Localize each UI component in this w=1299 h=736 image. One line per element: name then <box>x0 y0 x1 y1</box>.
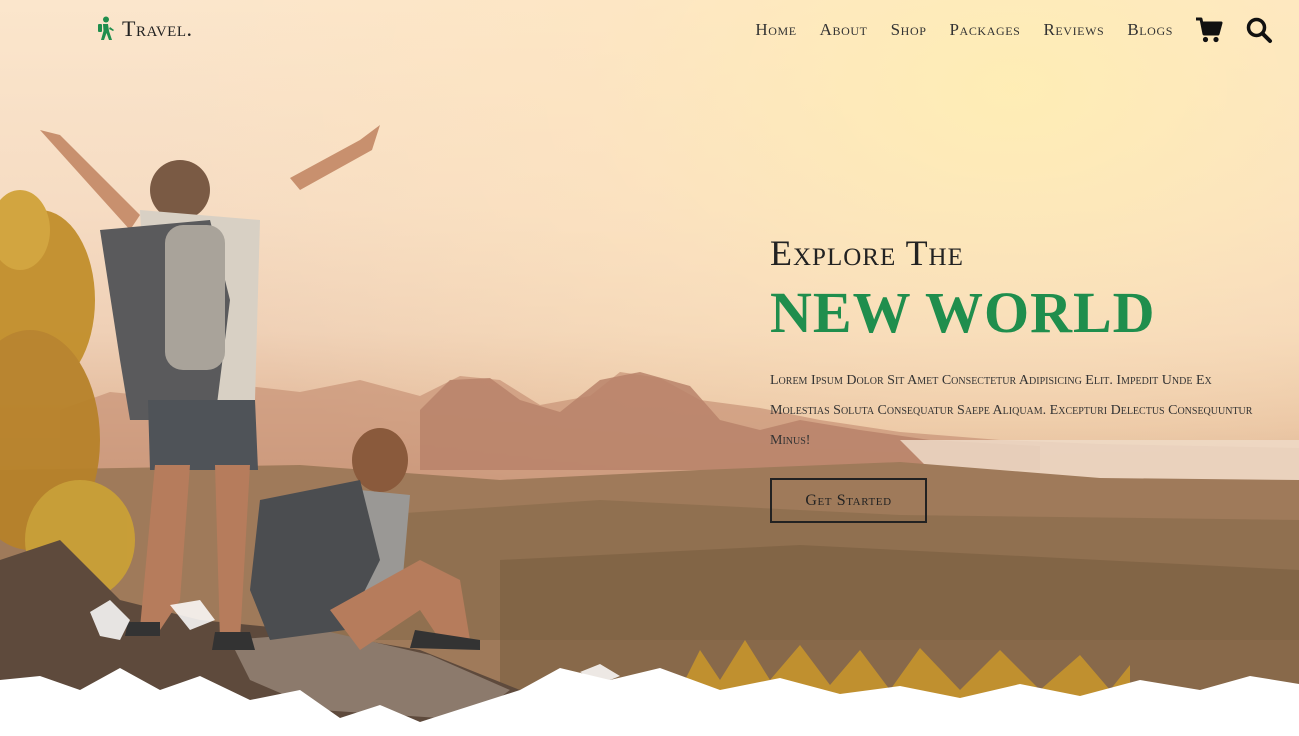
nav-item-about[interactable]: About <box>820 20 868 40</box>
hero-content: Explore The NEW WORLD Lorem Ipsum Dolor … <box>770 230 1270 523</box>
main-nav: Home About Shop Packages Reviews Blogs <box>732 12 1273 48</box>
nav-item-packages[interactable]: Packages <box>950 20 1021 40</box>
get-started-button[interactable]: Get Started <box>770 478 927 523</box>
hero-description: Lorem Ipsum Dolor Sit Amet Consectetur A… <box>770 373 1253 448</box>
brand-logo[interactable]: Travel. <box>96 14 193 44</box>
nav-item-home[interactable]: Home <box>755 20 796 40</box>
brand-name: Travel. <box>122 16 193 41</box>
nav-item-shop[interactable]: Shop <box>891 20 927 40</box>
nav-item-blogs[interactable]: Blogs <box>1127 20 1173 40</box>
nav-item-reviews[interactable]: Reviews <box>1043 20 1104 40</box>
hero-headline: NEW WORLD <box>770 280 1156 345</box>
cart-icon[interactable] <box>1195 16 1223 44</box>
search-icon[interactable] <box>1245 16 1273 44</box>
hero-eyebrow: Explore The <box>770 233 964 273</box>
hero-section: Travel. Home About Shop Packages Reviews… <box>0 0 1299 736</box>
hiker-icon <box>98 16 114 40</box>
